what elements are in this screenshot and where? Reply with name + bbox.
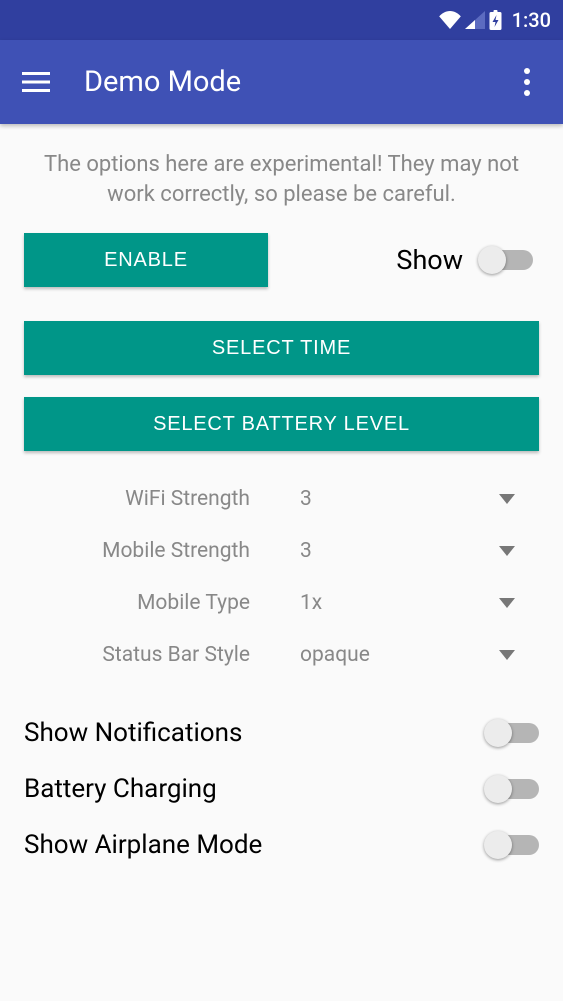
status-bar-style-dropdown[interactable]: opaque	[262, 643, 531, 667]
show-label: Show	[396, 244, 463, 276]
show-toggle[interactable]	[481, 250, 533, 270]
content-area: The options here are experimental! They …	[0, 124, 563, 891]
battery-charging-toggle[interactable]	[487, 779, 539, 799]
wifi-strength-row: WiFi Strength 3	[24, 473, 539, 525]
select-battery-level-button[interactable]: Select Battery Level	[24, 397, 539, 451]
status-bar-clock: 1:30	[512, 8, 551, 32]
mobile-type-value: 1x	[300, 591, 322, 615]
app-bar: Demo Mode	[0, 40, 563, 124]
show-notifications-toggle[interactable]	[487, 723, 539, 743]
wifi-strength-label: WiFi Strength	[32, 487, 262, 511]
wifi-strength-value: 3	[300, 487, 312, 511]
show-airplane-mode-label: Show Airplane Mode	[24, 830, 262, 860]
mobile-strength-row: Mobile Strength 3	[24, 525, 539, 577]
select-time-button[interactable]: Select Time	[24, 321, 539, 375]
chevron-down-icon	[499, 598, 515, 608]
wifi-strength-dropdown[interactable]: 3	[262, 487, 531, 511]
show-notifications-row: Show Notifications	[24, 705, 539, 761]
page-title: Demo Mode	[84, 65, 509, 99]
chevron-down-icon	[499, 546, 515, 556]
status-bar: 1:30	[0, 0, 563, 40]
enable-button[interactable]: Enable	[24, 233, 268, 287]
hamburger-menu-icon[interactable]	[18, 64, 54, 100]
mobile-type-dropdown[interactable]: 1x	[262, 591, 531, 615]
show-notifications-label: Show Notifications	[24, 718, 242, 748]
chevron-down-icon	[499, 494, 515, 504]
mobile-strength-value: 3	[300, 539, 312, 563]
status-bar-style-value: opaque	[300, 643, 370, 667]
status-bar-style-row: Status Bar Style opaque	[24, 629, 539, 681]
battery-charging-row: Battery Charging	[24, 761, 539, 817]
overflow-menu-icon[interactable]	[509, 64, 545, 100]
status-bar-style-label: Status Bar Style	[32, 643, 262, 667]
mobile-type-row: Mobile Type 1x	[24, 577, 539, 629]
cellular-icon	[465, 11, 485, 29]
chevron-down-icon	[499, 650, 515, 660]
battery-charging-icon	[489, 10, 502, 30]
mobile-strength-dropdown[interactable]: 3	[262, 539, 531, 563]
show-airplane-mode-toggle[interactable]	[487, 835, 539, 855]
battery-charging-label: Battery Charging	[24, 774, 217, 804]
wifi-icon	[439, 11, 461, 29]
mobile-type-label: Mobile Type	[32, 591, 262, 615]
mobile-strength-label: Mobile Strength	[32, 539, 262, 563]
show-airplane-mode-row: Show Airplane Mode	[24, 817, 539, 873]
warning-text: The options here are experimental! They …	[42, 150, 521, 209]
